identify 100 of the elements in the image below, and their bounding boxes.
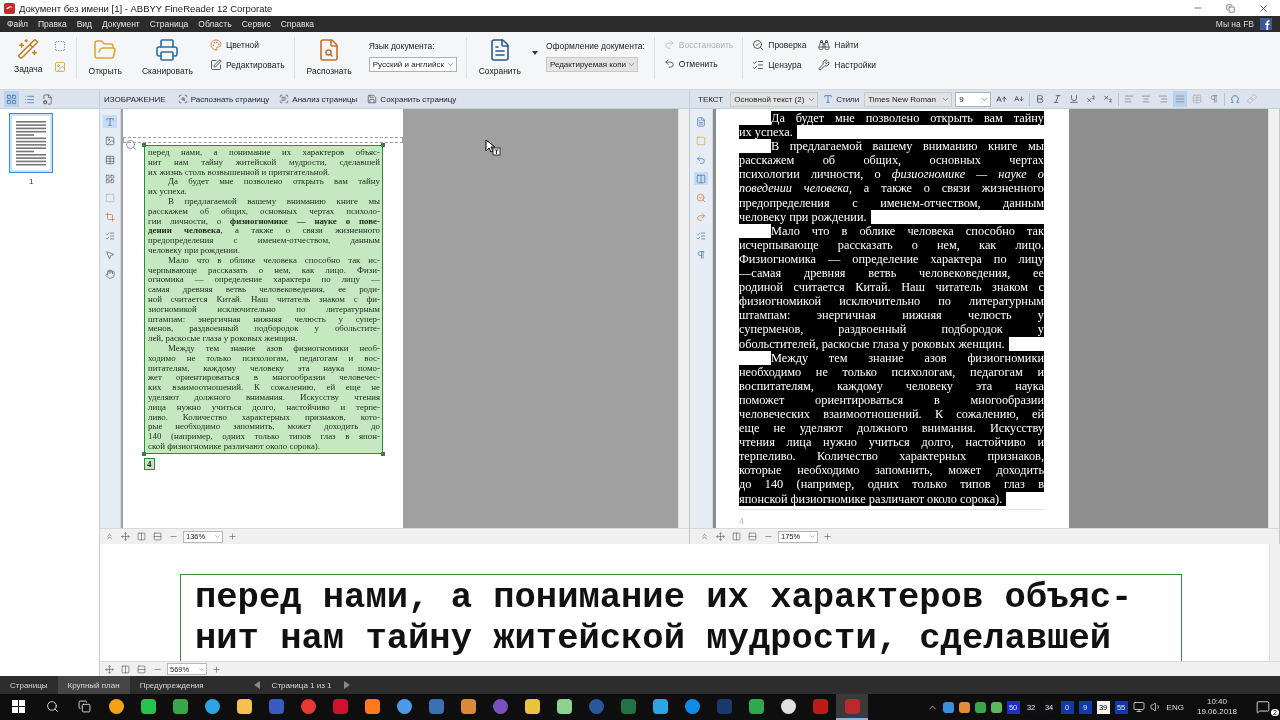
tray-icon[interactable] bbox=[942, 701, 954, 713]
fit-height-button[interactable] bbox=[135, 662, 148, 676]
plus-icon bbox=[212, 664, 221, 674]
tool-button[interactable] bbox=[694, 172, 708, 185]
hand-tool[interactable] bbox=[103, 267, 117, 280]
fit-height-button[interactable] bbox=[151, 530, 164, 543]
scrollbar[interactable] bbox=[1269, 544, 1280, 661]
fit-page-button[interactable] bbox=[714, 530, 727, 543]
columns-icon bbox=[137, 532, 146, 541]
pane-action-button[interactable]: Сохранить страницу bbox=[365, 91, 459, 107]
save-button[interactable]: Сохранить bbox=[475, 37, 524, 77]
settings-button[interactable]: Настройки bbox=[818, 59, 877, 71]
language-indicator[interactable]: ENG bbox=[1166, 702, 1184, 712]
image-button[interactable] bbox=[53, 60, 67, 73]
undo-button[interactable]: Отменить bbox=[663, 58, 734, 69]
fit-page-button[interactable] bbox=[103, 662, 116, 676]
clock-date[interactable]: 19.06.2018 bbox=[1196, 707, 1237, 717]
resize-handle[interactable] bbox=[142, 143, 146, 147]
font-size-field[interactable]: 9 bbox=[955, 91, 992, 107]
table-area-tool[interactable] bbox=[103, 153, 117, 166]
resize-handle[interactable] bbox=[381, 143, 385, 147]
social-link[interactable]: Мы на FB bbox=[1215, 19, 1254, 29]
menu-item[interactable]: Файл bbox=[2, 19, 33, 29]
scrollbar[interactable] bbox=[678, 109, 689, 528]
find-button[interactable]: Найти bbox=[818, 39, 877, 51]
scanned-text-line: ской физиогномике различают около сорока). bbox=[148, 441, 321, 452]
tool-button[interactable] bbox=[694, 153, 708, 166]
tool-button[interactable] bbox=[694, 115, 708, 128]
scanned-text-line: человеку при рождении. bbox=[148, 245, 242, 256]
document-icon bbox=[696, 116, 706, 127]
task-button[interactable]: Задача bbox=[11, 37, 46, 75]
scanned-text-line: их успеха. bbox=[148, 187, 188, 197]
align-button[interactable] bbox=[1173, 91, 1188, 107]
tool-button[interactable] bbox=[694, 248, 708, 261]
resize-handle[interactable] bbox=[142, 451, 146, 456]
previous-page-icon[interactable] bbox=[253, 681, 260, 689]
menu-item[interactable]: Сервис bbox=[236, 19, 276, 29]
tool-button[interactable] bbox=[694, 210, 708, 223]
menu-item[interactable]: Справка bbox=[275, 19, 320, 29]
table-icon bbox=[1192, 94, 1203, 104]
page-thumbnail[interactable] bbox=[9, 113, 53, 173]
table-icon bbox=[105, 154, 115, 165]
color-mode-button[interactable]: Цветной bbox=[209, 39, 285, 51]
scan-button[interactable]: Сканировать bbox=[138, 37, 196, 77]
scrollbar[interactable] bbox=[1268, 109, 1279, 528]
volume-icon[interactable] bbox=[1149, 701, 1162, 713]
task-view-icon bbox=[77, 699, 91, 713]
panel-tab[interactable]: Предупреждения bbox=[129, 676, 214, 694]
resize-handle[interactable] bbox=[381, 451, 385, 456]
tray-icon[interactable] bbox=[958, 701, 970, 713]
menu-item[interactable]: Область bbox=[193, 19, 237, 29]
verify-button[interactable]: Проверка bbox=[752, 39, 807, 51]
menu-item[interactable]: Документ bbox=[97, 19, 145, 29]
tool-button[interactable] bbox=[694, 229, 708, 242]
language-dropdown[interactable]: Русский и английск bbox=[368, 57, 457, 72]
grid-tool[interactable] bbox=[103, 172, 117, 185]
fit-width-button[interactable] bbox=[730, 530, 743, 543]
fit-page-button[interactable] bbox=[119, 530, 132, 543]
page-properties-button[interactable] bbox=[40, 91, 55, 107]
styles-button[interactable]: Стили bbox=[821, 91, 862, 107]
fit-height-button[interactable] bbox=[746, 530, 759, 543]
style-dropdown[interactable]: Основной текст (2) bbox=[730, 91, 819, 107]
edit-button[interactable]: Редактировать bbox=[209, 59, 285, 71]
picture-area-tool[interactable] bbox=[103, 134, 117, 147]
next-page-icon[interactable] bbox=[343, 681, 350, 689]
pointer-tool[interactable] bbox=[103, 248, 117, 261]
crop-tool[interactable] bbox=[103, 210, 117, 223]
censor-button[interactable]: Цензура bbox=[752, 59, 807, 71]
font-dropdown[interactable]: Times New Roman bbox=[864, 91, 953, 107]
message-icon bbox=[1256, 700, 1270, 714]
dropdown-arrow-icon[interactable] bbox=[531, 51, 538, 55]
new-page-button[interactable] bbox=[53, 39, 67, 52]
clock-time[interactable]: 10:40 bbox=[1206, 697, 1227, 707]
order-tool[interactable] bbox=[103, 229, 117, 242]
facebook-icon[interactable] bbox=[1260, 18, 1272, 30]
tool-button[interactable] bbox=[694, 191, 708, 204]
pane-action-button[interactable]: Распознать страницу bbox=[175, 91, 272, 107]
layout-dropdown[interactable]: Редактируемая копи bbox=[545, 57, 638, 72]
open-button[interactable]: Открыть bbox=[85, 37, 125, 77]
tray-icon[interactable] bbox=[990, 701, 1002, 713]
pane-action-button[interactable]: Анализ страницы bbox=[277, 91, 360, 107]
panel-tab[interactable]: Страницы bbox=[0, 676, 58, 694]
recognize-button[interactable]: Распознать bbox=[303, 37, 355, 77]
panel-tab[interactable]: Крупный план bbox=[57, 676, 130, 694]
palette-icon bbox=[209, 39, 222, 51]
fit-width-button[interactable] bbox=[119, 662, 132, 676]
scanned-text-line: огномика — определение характера по лицу — bbox=[148, 275, 380, 286]
text-area-tool[interactable] bbox=[103, 115, 117, 128]
zoom-in-button[interactable] bbox=[821, 530, 834, 543]
menu-item[interactable]: Вид bbox=[71, 19, 97, 29]
scanned-text-line: дении человека, а также о связи жизненного bbox=[148, 226, 380, 237]
rows-icon bbox=[153, 532, 162, 541]
menu-item[interactable]: Страница bbox=[144, 19, 194, 29]
view-mode-button[interactable] bbox=[4, 91, 19, 107]
menu-item[interactable]: Правка bbox=[32, 19, 72, 29]
rows-icon bbox=[137, 664, 146, 674]
tray-icon[interactable] bbox=[974, 701, 986, 713]
zoom-in-button[interactable] bbox=[226, 530, 239, 543]
fit-width-button[interactable] bbox=[135, 530, 148, 543]
scanned-text-line: зиогномикой исключительно по литературным bbox=[148, 304, 380, 315]
